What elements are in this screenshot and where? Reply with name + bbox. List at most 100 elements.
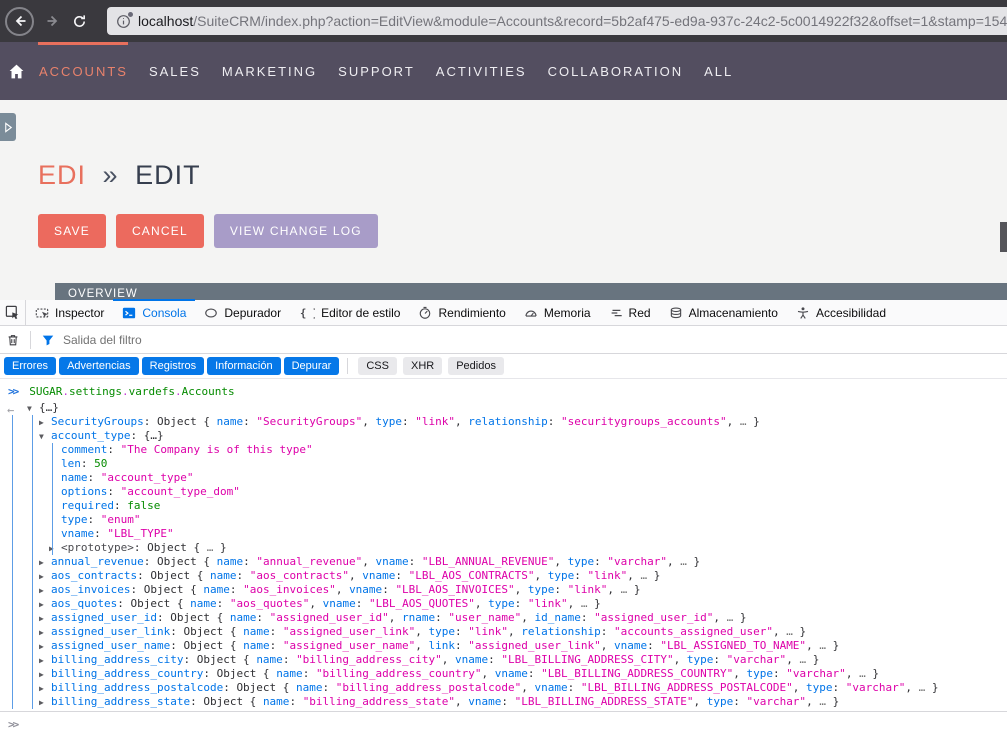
console-row: ▶billing_address_postalcode: Object { na… (0, 681, 1007, 695)
pick-element-button[interactable] (0, 300, 26, 325)
nav-item-all[interactable]: ALL (704, 64, 733, 79)
indent-guide (52, 443, 53, 555)
home-icon[interactable] (8, 63, 25, 80)
inspector-icon (35, 306, 49, 320)
collapse-arrow-icon[interactable]: ▼ (27, 402, 39, 416)
browser-window: localhost/SuiteCRM/index.php?action=Edit… (0, 0, 1007, 737)
back-arrow-icon (12, 13, 28, 29)
tab-performance[interactable]: Rendimiento (409, 300, 514, 325)
tab-label: Red (629, 306, 651, 320)
console-row: vname: "LBL_TYPE" (0, 527, 1007, 541)
cancel-button[interactable]: CANCEL (116, 214, 204, 248)
slideout-toggle[interactable] (0, 113, 16, 141)
tab-style-editor[interactable]: { } Editor de estilo (290, 300, 409, 325)
filter-advertencias[interactable]: Advertencias (59, 357, 139, 375)
console-row: ▶aos_contracts: Object { name: "aos_cont… (0, 569, 1007, 583)
nav-item-support[interactable]: SUPPORT (338, 64, 415, 79)
expand-arrow-icon[interactable]: ▶ (39, 598, 51, 612)
tab-debugger[interactable]: Depurador (195, 300, 290, 325)
expand-arrow-icon[interactable]: ▶ (39, 556, 51, 570)
memory-icon (524, 306, 538, 320)
console-row: ▶SecurityGroups: Object { name: "Securit… (0, 415, 1007, 429)
tab-label: Almacenamiento (689, 306, 778, 320)
expand-arrow-icon[interactable]: ▶ (39, 682, 51, 696)
nav-item-marketing[interactable]: MARKETING (222, 64, 317, 79)
console-row: ▶assigned_user_link: Object { name: "ass… (0, 625, 1007, 639)
console-row: comment: "The Company is of this type" (0, 443, 1007, 457)
url-domain: localhost (138, 13, 193, 29)
filter-depurar[interactable]: Depurar (284, 357, 340, 375)
devtools-panel: Inspector Consola Depurador { } Editor de es… (0, 300, 1007, 737)
filter-funnel-icon (41, 333, 55, 347)
url-text: localhost/SuiteCRM/index.php?action=Edit… (138, 13, 1007, 29)
expand-arrow-icon[interactable]: ▶ (39, 584, 51, 598)
accessibility-icon (796, 306, 810, 320)
active-nav-indicator (38, 42, 128, 45)
browser-toolbar: localhost/SuiteCRM/index.php?action=Edit… (0, 0, 1007, 42)
expand-arrow-icon[interactable]: ▶ (39, 612, 51, 626)
filter-información[interactable]: Información (207, 357, 280, 375)
expand-arrow-icon[interactable]: ▶ (39, 654, 51, 668)
nav-item-sales[interactable]: SALES (149, 64, 201, 79)
console-input-row[interactable]: >> (0, 711, 1007, 737)
expand-arrow-icon[interactable]: ▶ (39, 668, 51, 682)
filter-pedidos[interactable]: Pedidos (448, 357, 504, 375)
expand-arrow-icon[interactable]: ▶ (39, 416, 51, 430)
tab-memory[interactable]: Memoria (515, 300, 600, 325)
nav-item-activities[interactable]: ACTIVITIES (436, 64, 527, 79)
nav-item-accounts[interactable]: ACCOUNTS (39, 64, 128, 79)
tab-console[interactable]: Consola (113, 300, 195, 325)
svg-text:{ }: { } (300, 307, 315, 319)
collapse-arrow-icon[interactable]: ▼ (39, 430, 51, 444)
triangle-right-icon (3, 121, 14, 134)
tab-label: Memoria (544, 306, 591, 320)
console-row: ▶assigned_user_id: Object { name: "assig… (0, 611, 1007, 625)
forward-arrow-icon (45, 13, 61, 29)
filter-xhr[interactable]: XHR (403, 357, 442, 375)
save-button[interactable]: SAVE (38, 214, 106, 248)
expand-arrow-icon[interactable]: ▶ (39, 626, 51, 640)
storage-icon (669, 306, 683, 320)
nav-item-collaboration[interactable]: COLLABORATION (548, 64, 684, 79)
forward-button[interactable] (45, 13, 61, 29)
filter-css[interactable]: CSS (358, 357, 397, 375)
tab-label: Editor de estilo (321, 306, 400, 320)
back-button[interactable] (5, 7, 34, 36)
view-change-log-button[interactable]: VIEW CHANGE LOG (214, 214, 378, 248)
devtools-filter-bar: Salida del filtro (0, 326, 1007, 354)
url-bar[interactable]: localhost/SuiteCRM/index.php?action=Edit… (107, 7, 1007, 35)
tab-overview[interactable]: OVERVIEW (55, 283, 1007, 300)
filter-registros[interactable]: Registros (142, 357, 204, 375)
clear-console-button[interactable] (0, 333, 26, 347)
breadcrumb-module[interactable]: EDI (38, 160, 86, 190)
filter-errores[interactable]: Errores (4, 357, 56, 375)
page-info-icon[interactable] (116, 14, 131, 29)
pill-divider (347, 358, 348, 374)
console-row: ▶aos_quotes: Object { name: "aos_quotes"… (0, 597, 1007, 611)
expand-arrow-icon[interactable]: ▶ (49, 542, 61, 556)
input-prompt-icon: >> (8, 718, 17, 731)
crm-navbar: ACCOUNTS SALES MARKETING SUPPORT ACTIVITIES C… (0, 42, 1007, 100)
trash-icon (6, 333, 20, 347)
reload-button[interactable] (72, 14, 87, 29)
console-row: name: "account_type" (0, 471, 1007, 485)
console-row: ▶billing_address_state: Object { name: "… (0, 695, 1007, 709)
expand-arrow-icon[interactable]: ▶ (39, 570, 51, 584)
console-row: ▶billing_address_city: Object { name: "b… (0, 653, 1007, 667)
tab-storage[interactable]: Almacenamiento (660, 300, 787, 325)
tab-network[interactable]: Red (600, 300, 660, 325)
tab-label: Consola (142, 306, 186, 320)
console-row: ▶assigned_user_name: Object { name: "ass… (0, 639, 1007, 653)
tab-inspector[interactable]: Inspector (26, 300, 113, 325)
tab-accessibility[interactable]: Accesibilidad (787, 300, 895, 325)
console-row: ▼{…} (0, 401, 1007, 415)
performance-icon (418, 306, 432, 320)
page-scrollbar-thumb[interactable] (1000, 222, 1007, 252)
console-row: len: 50 (0, 457, 1007, 471)
expand-arrow-icon[interactable]: ▶ (39, 696, 51, 710)
expand-arrow-icon[interactable]: ▶ (39, 640, 51, 654)
filter-output-input[interactable]: Salida del filtro (63, 333, 142, 347)
evaluated-expression: SUGAR.settings.vardefs.Accounts (29, 385, 234, 399)
network-icon (609, 306, 623, 320)
tab-label: Accesibilidad (816, 306, 886, 320)
